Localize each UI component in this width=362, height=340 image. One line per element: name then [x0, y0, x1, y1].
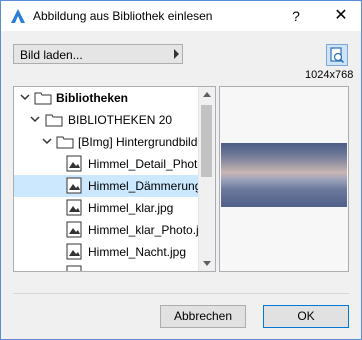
preview-icon	[330, 47, 345, 64]
image-file-icon	[66, 199, 82, 216]
preview-toggle-button[interactable]	[326, 44, 348, 66]
image-file-icon	[66, 177, 82, 194]
folder-open-icon	[56, 136, 74, 149]
sky-preview-image	[221, 143, 347, 207]
tree-item-file-partial[interactable]	[14, 263, 201, 271]
file-label: Himmel_klar_Photo.jpg	[88, 223, 201, 237]
tree-item-file-selected[interactable]: Himmel_Dämmerung_Photo.jpg	[14, 175, 201, 197]
image-preview-pane	[219, 86, 349, 272]
image-file-icon	[66, 221, 82, 238]
load-image-label: Bild laden...	[20, 48, 83, 62]
image-file-icon	[66, 155, 82, 172]
file-label: Himmel_klar.jpg	[88, 201, 174, 215]
library-tree[interactable]: Bibliotheken BIBLIOTHEKEN 20 [BImg] Hint…	[13, 86, 216, 272]
image-file-icon	[66, 265, 82, 271]
file-label: Himmel_Nacht.jpg	[88, 245, 187, 259]
tree-label-root: Bibliotheken	[56, 91, 129, 105]
tree-node-folder[interactable]: [BImg] Hintergrundbilder	[14, 131, 201, 153]
image-file-icon	[66, 243, 82, 260]
tree-label-library: BIBLIOTHEKEN 20	[68, 113, 173, 127]
close-button[interactable]: ✕	[321, 1, 361, 31]
file-label: Himmel_Detail_Photo.jpg	[88, 157, 201, 171]
file-label: Himmel_Dämmerung_Photo.jpg	[88, 179, 201, 193]
image-dimensions: 1024x768	[305, 69, 354, 81]
tree-node-library[interactable]: BIBLIOTHEKEN 20	[14, 109, 201, 131]
tree-label-folder: [BImg] Hintergrundbilder	[78, 135, 201, 149]
app-icon	[11, 9, 25, 23]
chevron-right-icon	[174, 49, 179, 59]
tree-item-file[interactable]: Himmel_Detail_Photo.jpg	[14, 153, 201, 175]
scroll-down-icon[interactable]	[203, 261, 211, 266]
tree-node-root[interactable]: Bibliotheken	[14, 87, 201, 109]
scroll-up-icon[interactable]	[203, 92, 211, 97]
dialog-window: Abbildung aus Bibliothek einlesen ? ✕ Bi…	[0, 0, 362, 340]
tree-scrollbar[interactable]	[198, 87, 215, 271]
folder-icon	[45, 114, 63, 127]
ok-button[interactable]: OK	[263, 305, 349, 328]
folder-icon	[34, 92, 52, 105]
chevron-down-icon[interactable]	[29, 113, 41, 125]
title-bar: Abbildung aus Bibliothek einlesen ? ✕	[1, 1, 361, 31]
footer-divider	[13, 293, 349, 294]
help-button[interactable]: ?	[281, 1, 311, 31]
tree-item-file[interactable]: Himmel_Nacht.jpg	[14, 241, 201, 263]
tree-item-file[interactable]: Himmel_klar_Photo.jpg	[14, 219, 201, 241]
load-image-button[interactable]: Bild laden...	[13, 44, 183, 64]
cancel-button[interactable]: Abbrechen	[160, 305, 246, 328]
chevron-down-icon[interactable]	[19, 91, 31, 103]
chevron-down-icon[interactable]	[41, 135, 53, 147]
scroll-thumb[interactable]	[201, 105, 212, 177]
tree-item-file[interactable]: Himmel_klar.jpg	[14, 197, 201, 219]
dialog-title: Abbildung aus Bibliothek einlesen	[33, 9, 213, 23]
